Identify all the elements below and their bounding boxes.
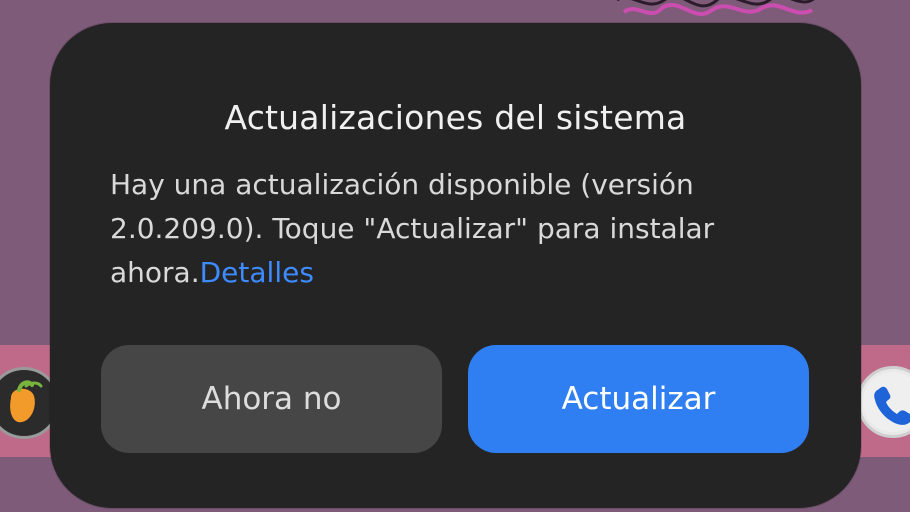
phone-icon — [863, 372, 910, 432]
not-now-button[interactable]: Ahora no — [101, 345, 442, 453]
fruit-logo-icon — [0, 373, 54, 433]
details-link[interactable]: Detalles — [200, 256, 314, 289]
system-update-dialog: Actualizaciones del sistema Hay una actu… — [50, 23, 861, 508]
phone-app-icon[interactable] — [857, 366, 910, 438]
dialog-message: Hay una actualización disponible (versió… — [110, 163, 750, 295]
dialog-title: Actualizaciones del sistema — [224, 98, 687, 137]
update-button[interactable]: Actualizar — [468, 345, 809, 453]
